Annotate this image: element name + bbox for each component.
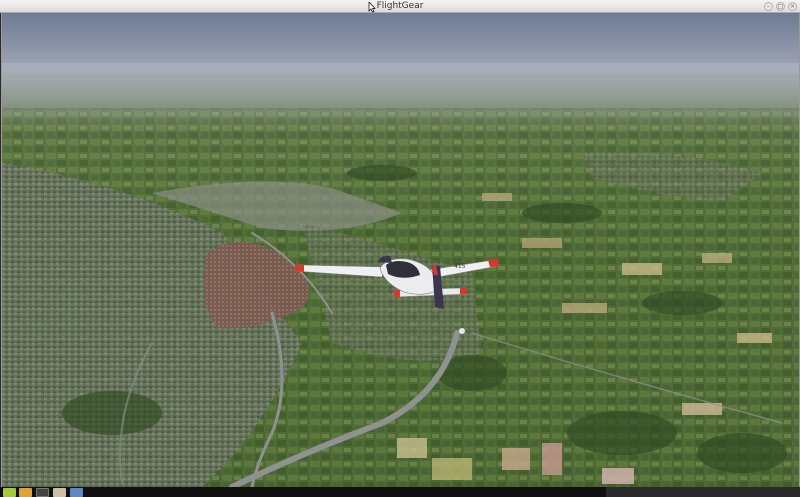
close-button[interactable]: × (788, 2, 797, 11)
mouse-cursor-icon (368, 2, 376, 13)
flightgear-window: FlightGear – □ × 415 (0, 0, 800, 497)
taskbar-tray (606, 487, 800, 497)
title-bar[interactable]: FlightGear – □ × (0, 0, 800, 13)
window-title: FlightGear (376, 1, 424, 11)
terminal-icon[interactable] (36, 488, 49, 497)
3d-viewport[interactable]: 415 (1, 13, 800, 487)
maximize-button[interactable]: □ (776, 2, 785, 11)
tail-number: 415 (454, 263, 466, 270)
minimize-button[interactable]: – (764, 2, 773, 11)
terrain-scene: 415 (2, 13, 799, 487)
folder-icon[interactable] (53, 488, 66, 497)
menu-icon[interactable] (3, 488, 16, 497)
browser-icon[interactable] (70, 488, 83, 497)
taskbar (0, 487, 800, 497)
files-icon[interactable] (19, 488, 32, 497)
